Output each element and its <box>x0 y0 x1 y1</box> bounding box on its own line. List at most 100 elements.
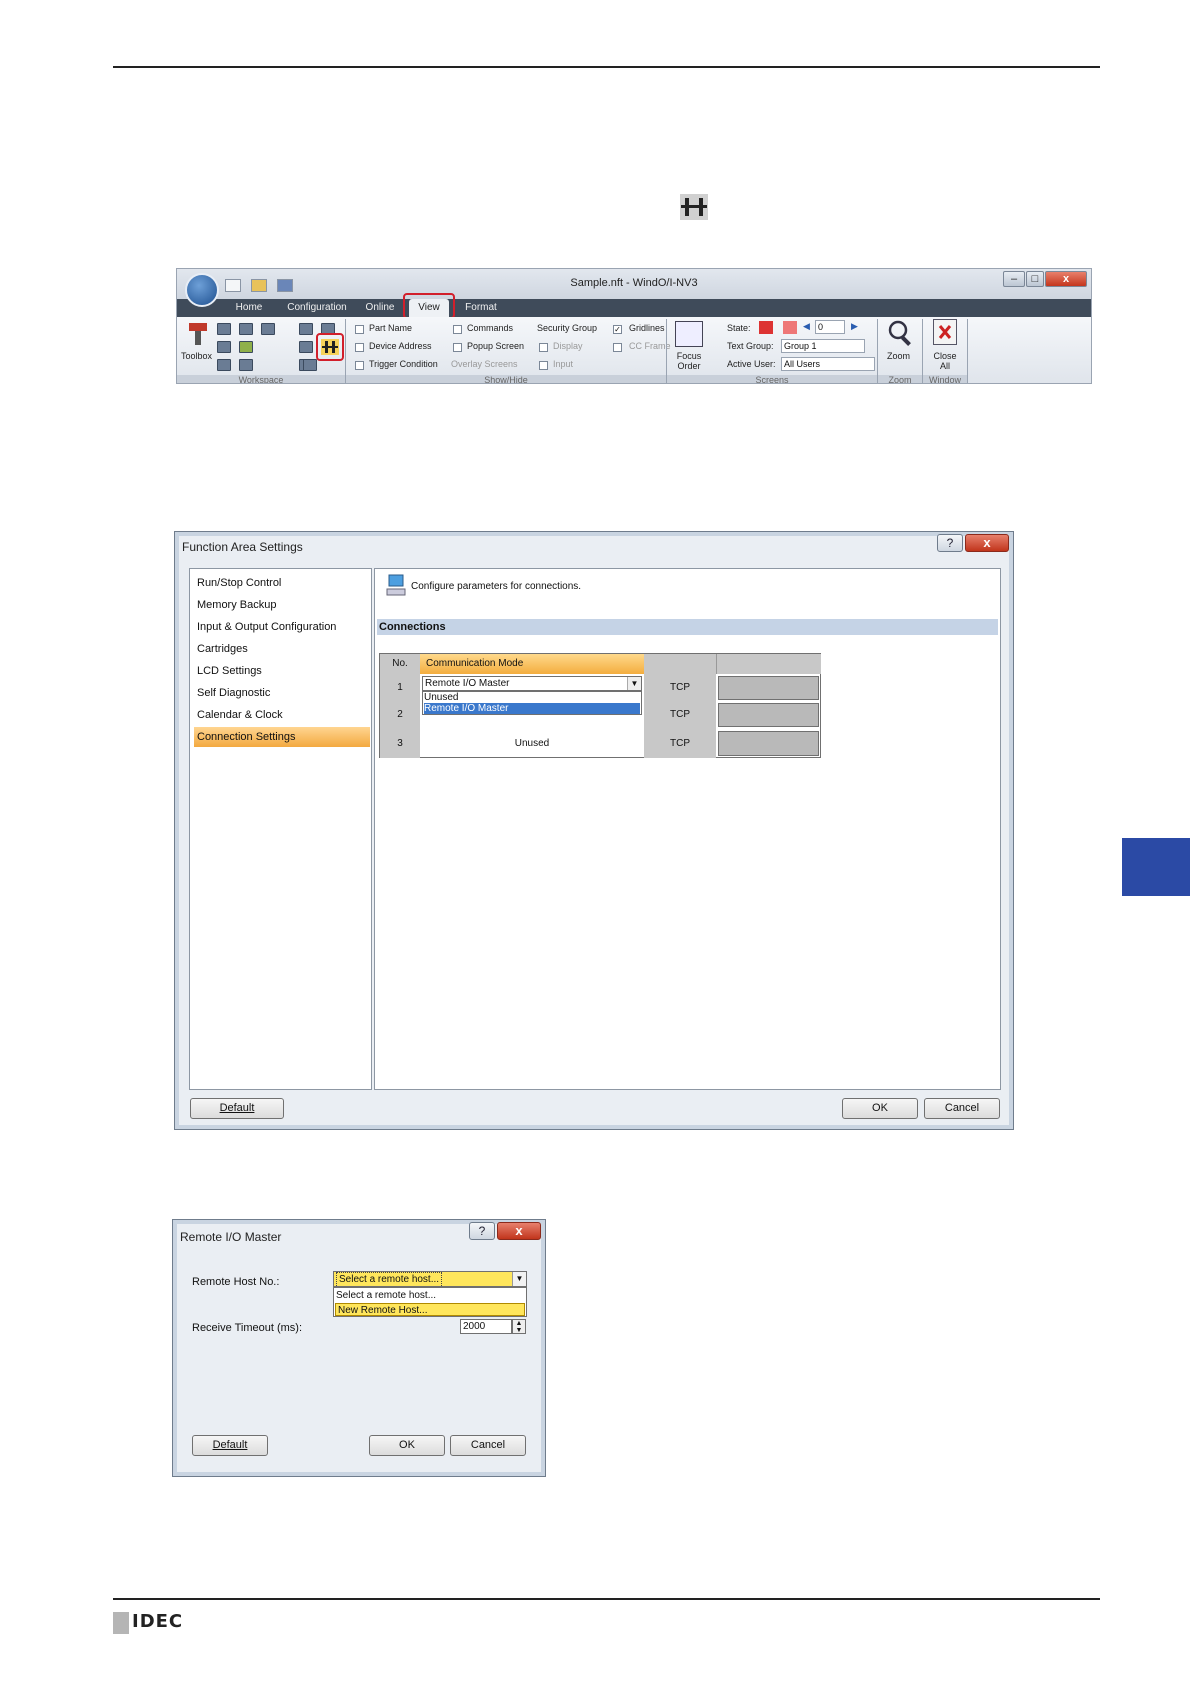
zoom-icon[interactable] <box>887 319 913 347</box>
mode-dropdown-list: Unused Remote I/O Master <box>422 691 642 715</box>
tab-format[interactable]: Format <box>457 299 505 317</box>
panel-description: Configure parameters for connections. <box>411 581 582 592</box>
popup-screen-checkbox[interactable] <box>453 343 462 352</box>
row-3-protocol: TCP <box>644 729 716 758</box>
application-orb-button[interactable] <box>185 273 219 307</box>
connections-section-header: Connections <box>377 619 998 635</box>
state-prev-icon[interactable]: ◀ <box>803 321 810 332</box>
maximize-button[interactable]: □ <box>1026 271 1044 287</box>
trigger-condition-checkbox[interactable] <box>355 361 364 370</box>
row-2-protocol: TCP <box>644 701 716 729</box>
focus-order-icon[interactable] <box>675 321 703 347</box>
state-next-icon[interactable]: ▶ <box>851 321 858 332</box>
settings-nav-panel: Run/Stop Control Memory Backup Input & O… <box>189 568 372 1090</box>
tab-home[interactable]: Home <box>221 299 277 317</box>
state-alarm-icon[interactable] <box>783 321 797 334</box>
group-label-show-hide: Show/Hide <box>346 375 666 383</box>
active-user-select[interactable]: All Users <box>781 357 875 371</box>
nav-calendar-clock[interactable]: Calendar & Clock <box>194 705 370 725</box>
ok-button[interactable]: OK <box>842 1098 918 1119</box>
toolbox-icon[interactable] <box>187 321 209 347</box>
cc-frame-checkbox[interactable] <box>613 343 622 352</box>
save-icon[interactable] <box>277 279 293 292</box>
workspace-icon-2[interactable] <box>217 341 231 353</box>
cancel-button[interactable]: Cancel <box>924 1098 1000 1119</box>
workspace-icon-4[interactable] <box>239 323 253 335</box>
minimize-button[interactable]: – <box>1003 271 1025 287</box>
open-file-icon[interactable] <box>251 279 267 292</box>
row-1-port-cell[interactable] <box>718 676 819 700</box>
chevron-down-icon[interactable]: ▼ <box>512 1272 526 1286</box>
workspace-icon-3[interactable] <box>217 359 231 371</box>
nav-self-diagnostic[interactable]: Self Diagnostic <box>194 683 370 703</box>
ribbon-titlebar: Sample.nft - WindO/I-NV3 <box>177 269 1091 299</box>
row-1-mode-value: Remote I/O Master <box>425 678 510 689</box>
tab-online[interactable]: Online <box>357 299 403 317</box>
dropdown-option-select-remote-host[interactable]: Select a remote host... <box>336 1289 524 1302</box>
group-label-screens: Screens <box>667 375 877 383</box>
input-checkbox[interactable] <box>539 361 548 370</box>
workspace-icon-9[interactable] <box>299 341 313 353</box>
part-name-checkbox[interactable] <box>355 325 364 334</box>
row-3-mode[interactable]: Unused <box>420 729 644 758</box>
text-group-select[interactable]: Group 1 <box>781 339 865 353</box>
row-3-no: 3 <box>380 729 420 758</box>
device-address-checkbox[interactable] <box>355 343 364 352</box>
close-window-button[interactable]: x <box>1045 271 1087 287</box>
help-button[interactable]: ? <box>469 1222 495 1240</box>
workspace-icon-8[interactable] <box>299 323 313 335</box>
workspace-icon-12[interactable] <box>303 359 317 371</box>
state-warning-icon[interactable] <box>759 321 773 334</box>
state-value-field[interactable]: 0 <box>815 320 845 334</box>
group-separator <box>666 319 667 383</box>
nav-lcd-settings[interactable]: LCD Settings <box>194 661 370 681</box>
row-1-mode-select[interactable]: Remote I/O Master ▼ <box>422 676 642 691</box>
row-3-port-cell[interactable] <box>718 731 819 756</box>
cancel-button[interactable]: Cancel <box>450 1435 526 1456</box>
remote-host-value: Select a remote host... <box>336 1272 443 1288</box>
close-all-icon[interactable] <box>933 319 957 345</box>
overlay-screens-label: Overlay Screens <box>451 359 518 369</box>
remote-host-dropdown-list: Select a remote host... New Remote Host.… <box>333 1287 527 1317</box>
row-2-no: 2 <box>380 701 420 729</box>
row-1-protocol: TCP <box>644 674 716 701</box>
help-button[interactable]: ? <box>937 534 963 552</box>
group-separator <box>877 319 878 383</box>
nav-input-output-configuration[interactable]: Input & Output Configuration <box>194 617 370 637</box>
workspace-icon-1[interactable] <box>217 323 231 335</box>
workspace-icon-6[interactable] <box>239 359 253 371</box>
close-dialog-button[interactable]: x <box>965 534 1009 552</box>
receive-timeout-input[interactable]: 2000 <box>460 1319 512 1334</box>
remote-host-select[interactable]: Select a remote host... ▼ <box>333 1271 527 1288</box>
nav-run-stop-control[interactable]: Run/Stop Control <box>194 573 370 593</box>
text-group-label: Text Group: <box>727 341 774 351</box>
new-file-icon[interactable] <box>225 279 241 292</box>
commands-checkbox[interactable] <box>453 325 462 334</box>
workspace-icon-7[interactable] <box>261 323 275 335</box>
workspace-icon-5[interactable] <box>239 341 253 353</box>
nav-connection-settings[interactable]: Connection Settings <box>194 727 370 747</box>
timeout-spinner[interactable]: ▲ ▼ <box>512 1319 526 1334</box>
function-area-settings-dialog: Function Area Settings ? x Run/Stop Cont… <box>174 531 1014 1130</box>
part-name-label: Part Name <box>369 323 413 333</box>
dropdown-option-new-remote-host[interactable]: New Remote Host... <box>335 1303 525 1316</box>
default-button[interactable]: Default <box>192 1435 268 1456</box>
display-checkbox[interactable] <box>539 343 548 352</box>
computer-icon <box>385 573 407 599</box>
dialog-title: Function Area Settings <box>182 540 303 554</box>
nav-memory-backup[interactable]: Memory Backup <box>194 595 370 615</box>
dropdown-option-remote-io-master[interactable]: Remote I/O Master <box>424 703 640 714</box>
gridlines-checkbox[interactable]: ✓ <box>613 325 622 334</box>
connections-table: No. Communication Mode 1 Remote I/O Mast… <box>379 653 821 758</box>
connection-icon-highlight <box>316 333 344 361</box>
tab-configuration[interactable]: Configuration <box>277 299 357 317</box>
ok-button[interactable]: OK <box>369 1435 445 1456</box>
default-button[interactable]: Default <box>190 1098 284 1119</box>
row-2-port-cell[interactable] <box>718 703 819 727</box>
nav-cartridges[interactable]: Cartridges <box>194 639 370 659</box>
dropdown-option-unused[interactable]: Unused <box>424 692 640 703</box>
chevron-down-icon[interactable]: ▼ <box>627 677 641 690</box>
close-dialog-button[interactable]: x <box>497 1222 541 1240</box>
settings-content-panel: Configure parameters for connections. Co… <box>374 568 1001 1090</box>
cc-frame-label: CC Frame <box>629 341 671 351</box>
